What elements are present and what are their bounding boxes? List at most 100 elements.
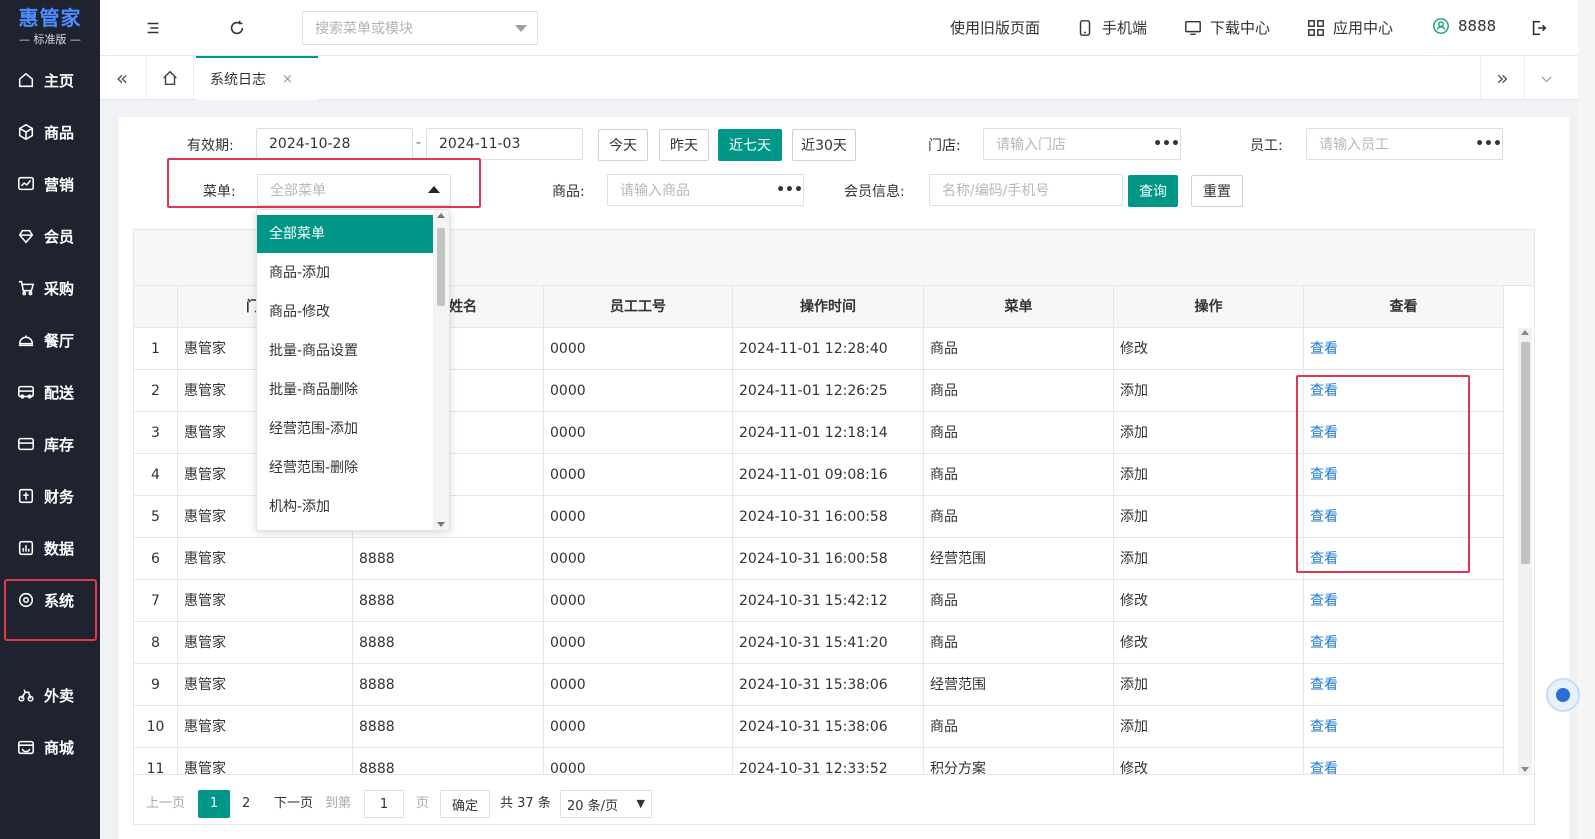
truck-icon (16, 382, 36, 402)
cell-time: 2024-10-31 16:00:58 (733, 538, 924, 580)
view-link[interactable]: 查看 (1310, 761, 1338, 774)
refresh-icon[interactable] (226, 17, 248, 39)
menu-toggle-icon[interactable] (142, 17, 164, 39)
reset-button[interactable]: 重置 (1191, 175, 1243, 207)
cell-action: 添加 (1114, 538, 1304, 580)
sidebar-item-data[interactable]: 数据 (0, 528, 100, 568)
old-version-link[interactable]: 使用旧版页面 (950, 17, 1040, 38)
sidebar-item-member[interactable]: 会员 (0, 216, 100, 256)
store-input[interactable]: 请输入门店 (983, 128, 1155, 160)
cell-index: 4 (134, 454, 178, 496)
download-center-link[interactable]: 下载中心 (1184, 17, 1270, 38)
goods-picker-button[interactable]: ••• (776, 174, 804, 206)
store-picker-button[interactable]: ••• (1153, 128, 1181, 160)
dropdown-option[interactable]: 经营范围-添加 (257, 410, 433, 448)
cell-menu: 商品 (924, 580, 1114, 622)
delivery-icon (16, 685, 36, 705)
sidebar-item-takeout[interactable]: 外卖 (0, 675, 100, 715)
date-to-input[interactable]: 2024-11-03 (426, 128, 583, 160)
today-button[interactable]: 今天 (598, 129, 648, 161)
last-30-days-button[interactable]: 近30天 (792, 129, 856, 161)
yesterday-button[interactable]: 昨天 (659, 129, 709, 161)
scroll-down-icon[interactable] (437, 522, 445, 527)
sidebar-item-marketing[interactable]: 营销 (0, 164, 100, 204)
page-scrollbar[interactable] (1578, 0, 1595, 839)
dropdown-option[interactable]: 批量-商品删除 (257, 371, 433, 409)
cloche-icon (16, 330, 36, 350)
goods-label: 商品: (552, 184, 585, 200)
member-info-label: 会员信息: (844, 184, 905, 200)
tab-home[interactable] (146, 56, 194, 100)
date-from-input[interactable]: 2024-10-28 (256, 128, 413, 160)
view-link[interactable]: 查看 (1310, 341, 1338, 357)
view-link[interactable]: 查看 (1310, 677, 1338, 693)
prev-page-button[interactable]: 上一页 (146, 790, 185, 818)
cell-action: 修改 (1114, 328, 1304, 370)
menu-select[interactable]: 全部菜单 (257, 174, 451, 206)
menu-search-select[interactable]: 搜索菜单或模块 (302, 11, 538, 45)
dropdown-option[interactable]: 商品-添加 (257, 254, 433, 292)
view-link[interactable]: 查看 (1310, 593, 1338, 609)
cell-menu: 商品 (924, 412, 1114, 454)
scrollbar-thumb[interactable] (1521, 342, 1530, 564)
page-size-value: 20 条/页 (567, 798, 619, 814)
view-link[interactable]: 查看 (1310, 719, 1338, 735)
cell-view: 查看 (1304, 580, 1504, 622)
sidebar-item-goods[interactable]: 商品 (0, 112, 100, 152)
tabs-scroll-left-icon[interactable]: « (100, 56, 144, 100)
scroll-up-icon[interactable] (437, 213, 445, 218)
scroll-down-icon[interactable] (1521, 767, 1529, 772)
cell-store: 惠管家 (178, 622, 353, 664)
sidebar-item-label: 商城 (44, 738, 75, 757)
goto-page-input[interactable]: 1 (364, 790, 404, 818)
tab-system-log[interactable]: 系统日志 × (196, 56, 318, 100)
goods-input[interactable]: 请输入商品 (607, 174, 779, 206)
sidebar-item-inventory[interactable]: 库存 (0, 424, 100, 464)
logout-icon[interactable] (1528, 17, 1550, 39)
view-link[interactable]: 查看 (1310, 635, 1338, 651)
goto-confirm-button[interactable]: 确定 (440, 790, 490, 818)
dropdown-option[interactable]: 批量-商品设置 (257, 332, 433, 370)
tabs-scroll-right-icon[interactable]: » (1480, 56, 1524, 100)
next-page-button[interactable]: 下一页 (274, 790, 313, 818)
cell-index: 10 (134, 706, 178, 748)
user-avatar-icon (1433, 18, 1449, 34)
table-scrollbar[interactable] (1518, 328, 1532, 774)
app-center-link[interactable]: 应用中心 (1307, 17, 1393, 38)
sidebar-item-home[interactable]: 主页 (0, 60, 100, 100)
assistant-float-button[interactable] (1546, 678, 1580, 712)
cell-employee-no: 0000 (544, 370, 733, 412)
page-1-button[interactable]: 1 (198, 790, 230, 818)
inventory-icon (16, 434, 36, 454)
sidebar-item-delivery-dist[interactable]: 配送 (0, 372, 100, 412)
close-icon[interactable]: × (282, 72, 293, 87)
employee-input[interactable]: 请输入员工 (1306, 128, 1478, 160)
sidebar-item-purchase[interactable]: 采购 (0, 268, 100, 308)
dropdown-option[interactable]: 商品-修改 (257, 293, 433, 331)
user-menu[interactable]: 8888 (1432, 17, 1496, 35)
brand-logo[interactable]: 惠管家 — 标准版 — (0, 0, 100, 52)
sidebar-item-finance[interactable]: 财务 (0, 476, 100, 516)
cell-employee-no: 0000 (544, 496, 733, 538)
sidebar-item-label: 数据 (44, 539, 75, 558)
page-2-button[interactable]: 2 (242, 790, 250, 818)
last-7-days-button[interactable]: 近七天 (718, 129, 782, 161)
dropdown-option[interactable]: 经营范围-删除 (257, 449, 433, 487)
page-size-select[interactable]: 20 条/页 ▼ (560, 790, 652, 818)
scroll-up-icon[interactable] (1521, 330, 1529, 335)
employee-picker-button[interactable]: ••• (1475, 128, 1503, 160)
query-button[interactable]: 查询 (1128, 175, 1178, 207)
sidebar-item-restaurant[interactable]: 餐厅 (0, 320, 100, 360)
tabs-menu-chevron-icon[interactable]: ⌵ (1524, 56, 1568, 100)
dropdown-scrollbar[interactable] (433, 210, 449, 530)
sidebar-item-label: 配送 (44, 383, 75, 402)
dropdown-option[interactable]: 全部菜单 (257, 215, 433, 253)
dropdown-option[interactable]: 机构-添加 (257, 488, 433, 526)
mobile-link[interactable]: 手机端 (1076, 17, 1147, 38)
scrollbar-thumb[interactable] (437, 228, 445, 306)
chevron-down-icon (515, 25, 527, 32)
sidebar-item-mall[interactable]: 商城 (0, 727, 100, 767)
cell-time: 2024-10-31 15:38:06 (733, 706, 924, 748)
downloads-label: 下载中心 (1210, 19, 1271, 37)
member-info-input[interactable]: 名称/编码/手机号 (929, 174, 1123, 206)
